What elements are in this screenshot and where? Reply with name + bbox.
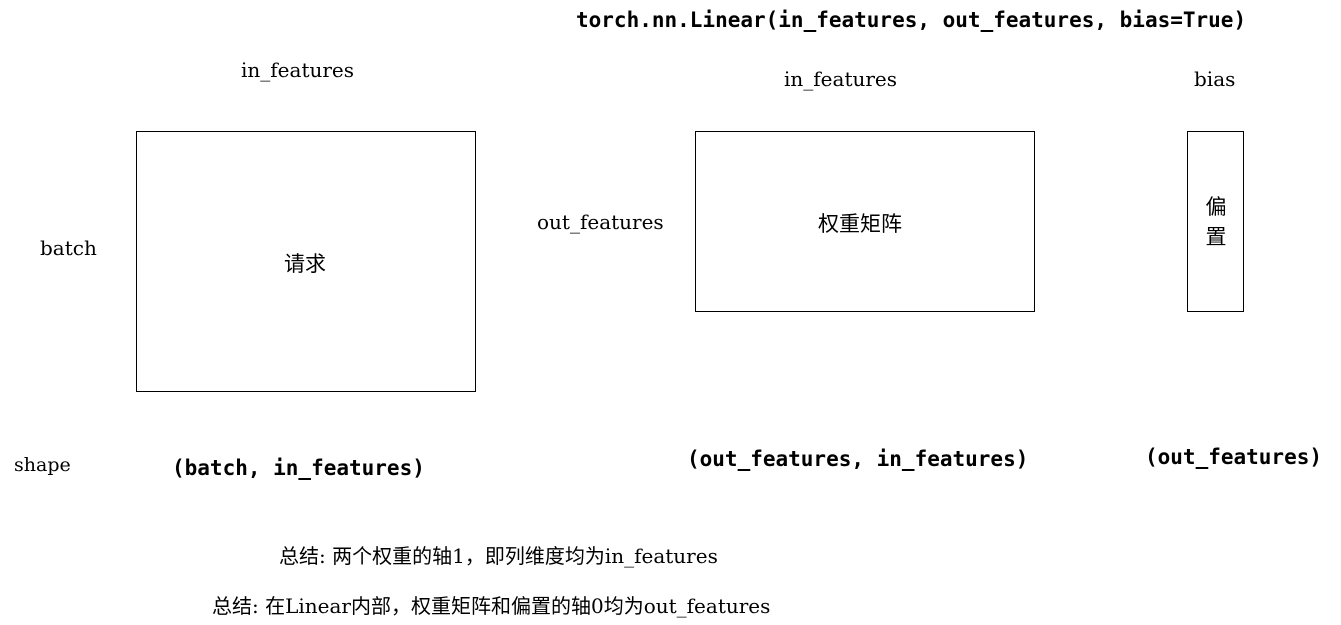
- summary-line-2: 总结: 在Linear内部，权重矩阵和偏置的轴0均为out_features: [212, 594, 771, 618]
- shape-row-label: shape: [14, 454, 71, 476]
- linear-signature: torch.nn.Linear(in_features, out_feature…: [576, 8, 1247, 32]
- bias-inner-label: 偏置: [1205, 195, 1227, 249]
- diagram-canvas: torch.nn.Linear(in_features, out_feature…: [0, 0, 1341, 625]
- weight-side-label: out_features: [537, 210, 664, 234]
- weight-inner-label: 权重矩阵: [818, 212, 902, 236]
- bias-shape: (out_features): [1145, 445, 1323, 469]
- input-top-label: in_features: [241, 58, 355, 82]
- input-shape: (batch, in_features): [172, 456, 425, 480]
- input-inner-label: 请求: [284, 252, 326, 276]
- input-side-label: batch: [40, 236, 97, 260]
- weight-shape: (out_features, in_features): [687, 447, 1029, 471]
- summary-line-1: 总结: 两个权重的轴1，即列维度均为in_features: [279, 544, 718, 568]
- weight-top-label: in_features: [784, 67, 898, 91]
- bias-top-label: bias: [1194, 67, 1236, 91]
